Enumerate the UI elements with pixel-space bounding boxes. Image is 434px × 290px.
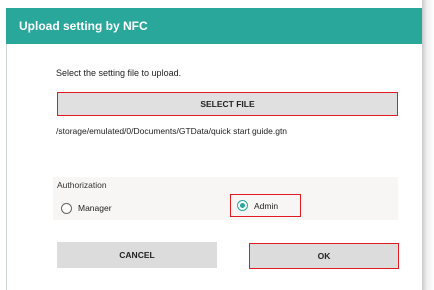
admin-radio-label: Admin: [254, 200, 279, 211]
manager-radio-label: Manager: [78, 203, 112, 213]
select-file-label: SELECT FILE: [200, 99, 255, 109]
window-edge-shadow: [422, 0, 434, 290]
admin-radio-option[interactable]: Admin: [230, 194, 301, 217]
authorization-group: Authorization Manager Admin: [53, 177, 398, 220]
dialog-border: [6, 44, 7, 290]
dialog-title: Upload setting by NFC: [19, 19, 148, 33]
cancel-label: CANCEL: [119, 250, 155, 260]
upload-dialog: Upload setting by NFC Select the setting…: [0, 0, 422, 290]
authorization-label: Authorization: [57, 180, 107, 190]
select-file-button[interactable]: SELECT FILE: [57, 92, 398, 116]
file-path: /storage/emulated/0/Documents/GTData/qui…: [56, 126, 288, 136]
dialog-title-bar: Upload setting by NFC: [6, 8, 422, 44]
ok-label: OK: [317, 251, 331, 261]
cancel-button[interactable]: CANCEL: [57, 242, 217, 268]
manager-radio-option[interactable]: Manager: [61, 199, 112, 217]
ok-button[interactable]: OK: [249, 243, 399, 269]
admin-radio-button[interactable]: [237, 200, 248, 211]
prompt-text: Select the setting file to upload.: [56, 68, 182, 78]
manager-radio-button[interactable]: [61, 202, 72, 214]
